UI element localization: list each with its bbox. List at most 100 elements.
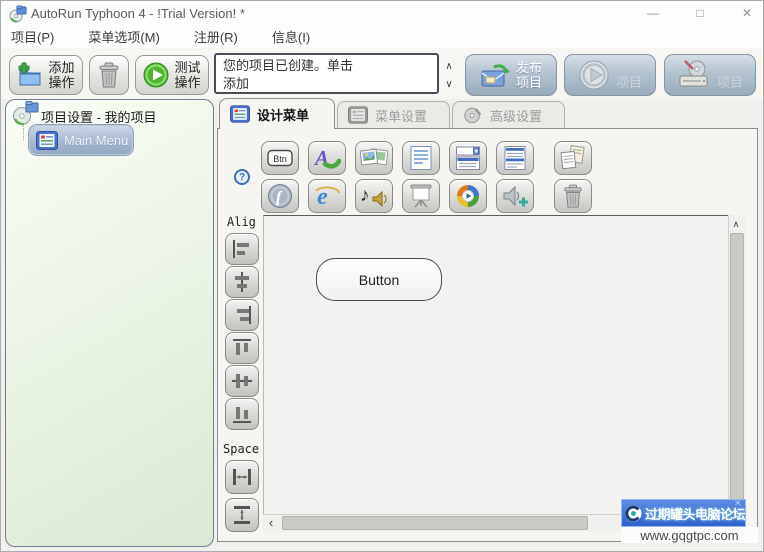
maximize-icon: □ (696, 6, 704, 20)
burn-project-button-disabled[interactable]: 项目 (664, 54, 756, 96)
canvas-button-label: Button (358, 271, 400, 288)
status-line2: 添加 (223, 76, 250, 91)
projector-screen-icon (410, 184, 432, 208)
scroll-left-button[interactable]: ‹ (264, 515, 278, 530)
button-tool[interactable]: Btn (261, 141, 299, 175)
tab-design-menu[interactable]: 设计菜单 (219, 98, 335, 129)
menu-project[interactable]: 项目(P) (1, 24, 64, 49)
tab-menu-settings[interactable]: 菜单设置 (337, 101, 450, 128)
burn-cd-icon (679, 60, 708, 87)
align-right-button[interactable] (225, 299, 259, 331)
add-operation-button[interactable]: 添加 操作 (9, 55, 83, 95)
paste-tool[interactable] (554, 141, 592, 175)
publish-line1: 发布 (515, 60, 542, 75)
test-button-line1: 测试 (174, 60, 201, 75)
watermark-site-name: 过期罐头电脑论坛 (644, 506, 746, 522)
play-icon (143, 62, 169, 88)
trash-icon (99, 62, 119, 87)
space-horizontal-icon (233, 469, 251, 485)
space-vertical-button[interactable] (225, 498, 259, 532)
button-tool-glyph: Btn (273, 154, 287, 164)
close-icon: ✕ (741, 6, 753, 20)
help-glyph: ? (238, 171, 246, 183)
watermark-url-text: www.gqgtpc.com (640, 527, 739, 543)
add-button-line1: 添加 (48, 60, 75, 75)
vertical-scroll-thumb[interactable] (730, 233, 744, 503)
menu-settings-icon (348, 106, 368, 124)
label-tool[interactable]: A (308, 141, 346, 175)
listbox-tool-icon (504, 146, 526, 170)
tab-label: 菜单设置 (375, 108, 428, 124)
media-player-tool[interactable] (449, 179, 487, 213)
app-icon (9, 5, 27, 23)
sound-tool[interactable] (496, 179, 534, 213)
svg-text:♪: ♪ (360, 185, 370, 206)
scroll-left-icon: ‹ (268, 515, 274, 530)
burn-label: 项目 (716, 74, 743, 90)
maximize-button[interactable]: □ (683, 1, 717, 25)
publish-project-button[interactable]: 发布 项目 (465, 54, 557, 96)
slideshow-tool[interactable] (402, 179, 440, 213)
project-tree-panel (5, 99, 214, 547)
space-horizontal-button[interactable] (225, 460, 259, 494)
menu-register[interactable]: 注册(R) (184, 24, 248, 49)
listbox-tool[interactable] (496, 141, 534, 175)
status-scroll-down[interactable]: ∨ (441, 77, 457, 91)
tab-advanced-settings[interactable]: 高级设置 (452, 101, 565, 128)
add-button-line2: 操作 (48, 75, 75, 90)
align-top-button[interactable] (225, 332, 259, 364)
align-top-icon (233, 339, 251, 355)
align-right-icon (237, 306, 251, 324)
minimize-button[interactable]: — (636, 1, 670, 25)
image-tool[interactable] (355, 141, 393, 175)
publish-line2: 项目 (515, 75, 542, 90)
scroll-up-icon: ∧ (732, 218, 740, 229)
design-menu-icon (230, 105, 250, 123)
canvas-button-widget[interactable]: Button (316, 258, 442, 301)
align-section-label: Alig (227, 215, 256, 229)
menu-info[interactable]: 信息(I) (262, 24, 320, 49)
publish-icon (481, 64, 510, 87)
speaker-plus-icon (503, 185, 528, 207)
tab-label: 设计菜单 (257, 107, 310, 123)
scroll-up-button[interactable]: ∧ (729, 217, 743, 231)
align-left-button[interactable] (225, 233, 259, 265)
test-button-line2: 操作 (174, 75, 201, 90)
tree-item-label: Main Menu (64, 132, 129, 148)
watermark-close-icon[interactable]: ✕ (734, 498, 742, 509)
play-disabled-icon (579, 60, 609, 90)
horizontal-scroll-thumb[interactable] (282, 516, 588, 530)
align-center-vertical-button[interactable] (225, 266, 259, 298)
trash-icon (564, 184, 582, 207)
project-tree-header: 项目设置 - 我的项目 (41, 110, 157, 125)
text-tool-icon (410, 146, 432, 170)
menu-menu-options[interactable]: 菜单选项(M) (78, 24, 170, 49)
preview-project-button-disabled[interactable]: 项目 (564, 54, 656, 96)
combobox-tool[interactable] (449, 141, 487, 175)
music-note-icon: ♪ (360, 185, 387, 208)
watermark-banner[interactable]: 过期罐头电脑论坛 (621, 499, 746, 527)
align-center-horizontal-button[interactable] (225, 365, 259, 397)
chevron-down-icon: ∨ (445, 78, 453, 90)
audio-tool[interactable]: ♪ (355, 179, 393, 213)
advanced-settings-icon (464, 107, 482, 124)
close-button[interactable]: ✕ (730, 1, 763, 25)
tree-item-main-menu[interactable]: Main Menu (29, 125, 133, 155)
flash-tool[interactable]: f (261, 179, 299, 213)
help-icon[interactable]: ? (234, 169, 250, 185)
test-operation-button[interactable]: 测试 操作 (135, 55, 209, 95)
status-message-box: 您的项目已创建。单击 添加 (214, 53, 439, 94)
paste-tool-icon (560, 145, 585, 170)
align-bottom-button[interactable] (225, 398, 259, 430)
delete-tool[interactable] (554, 179, 592, 213)
minimize-icon: — (647, 6, 659, 20)
project-settings-icon (13, 101, 39, 126)
align-center-horizontal-icon (232, 374, 252, 388)
watermark-site-url: www.gqgtpc.com (621, 527, 758, 543)
status-scroll-up[interactable]: ∧ (441, 59, 457, 73)
browser-tool[interactable]: e (308, 179, 346, 213)
button-tool-icon: Btn (267, 149, 293, 167)
delete-operation-button[interactable] (89, 55, 129, 95)
text-tool[interactable] (402, 141, 440, 175)
space-section-label: Space (223, 442, 260, 456)
